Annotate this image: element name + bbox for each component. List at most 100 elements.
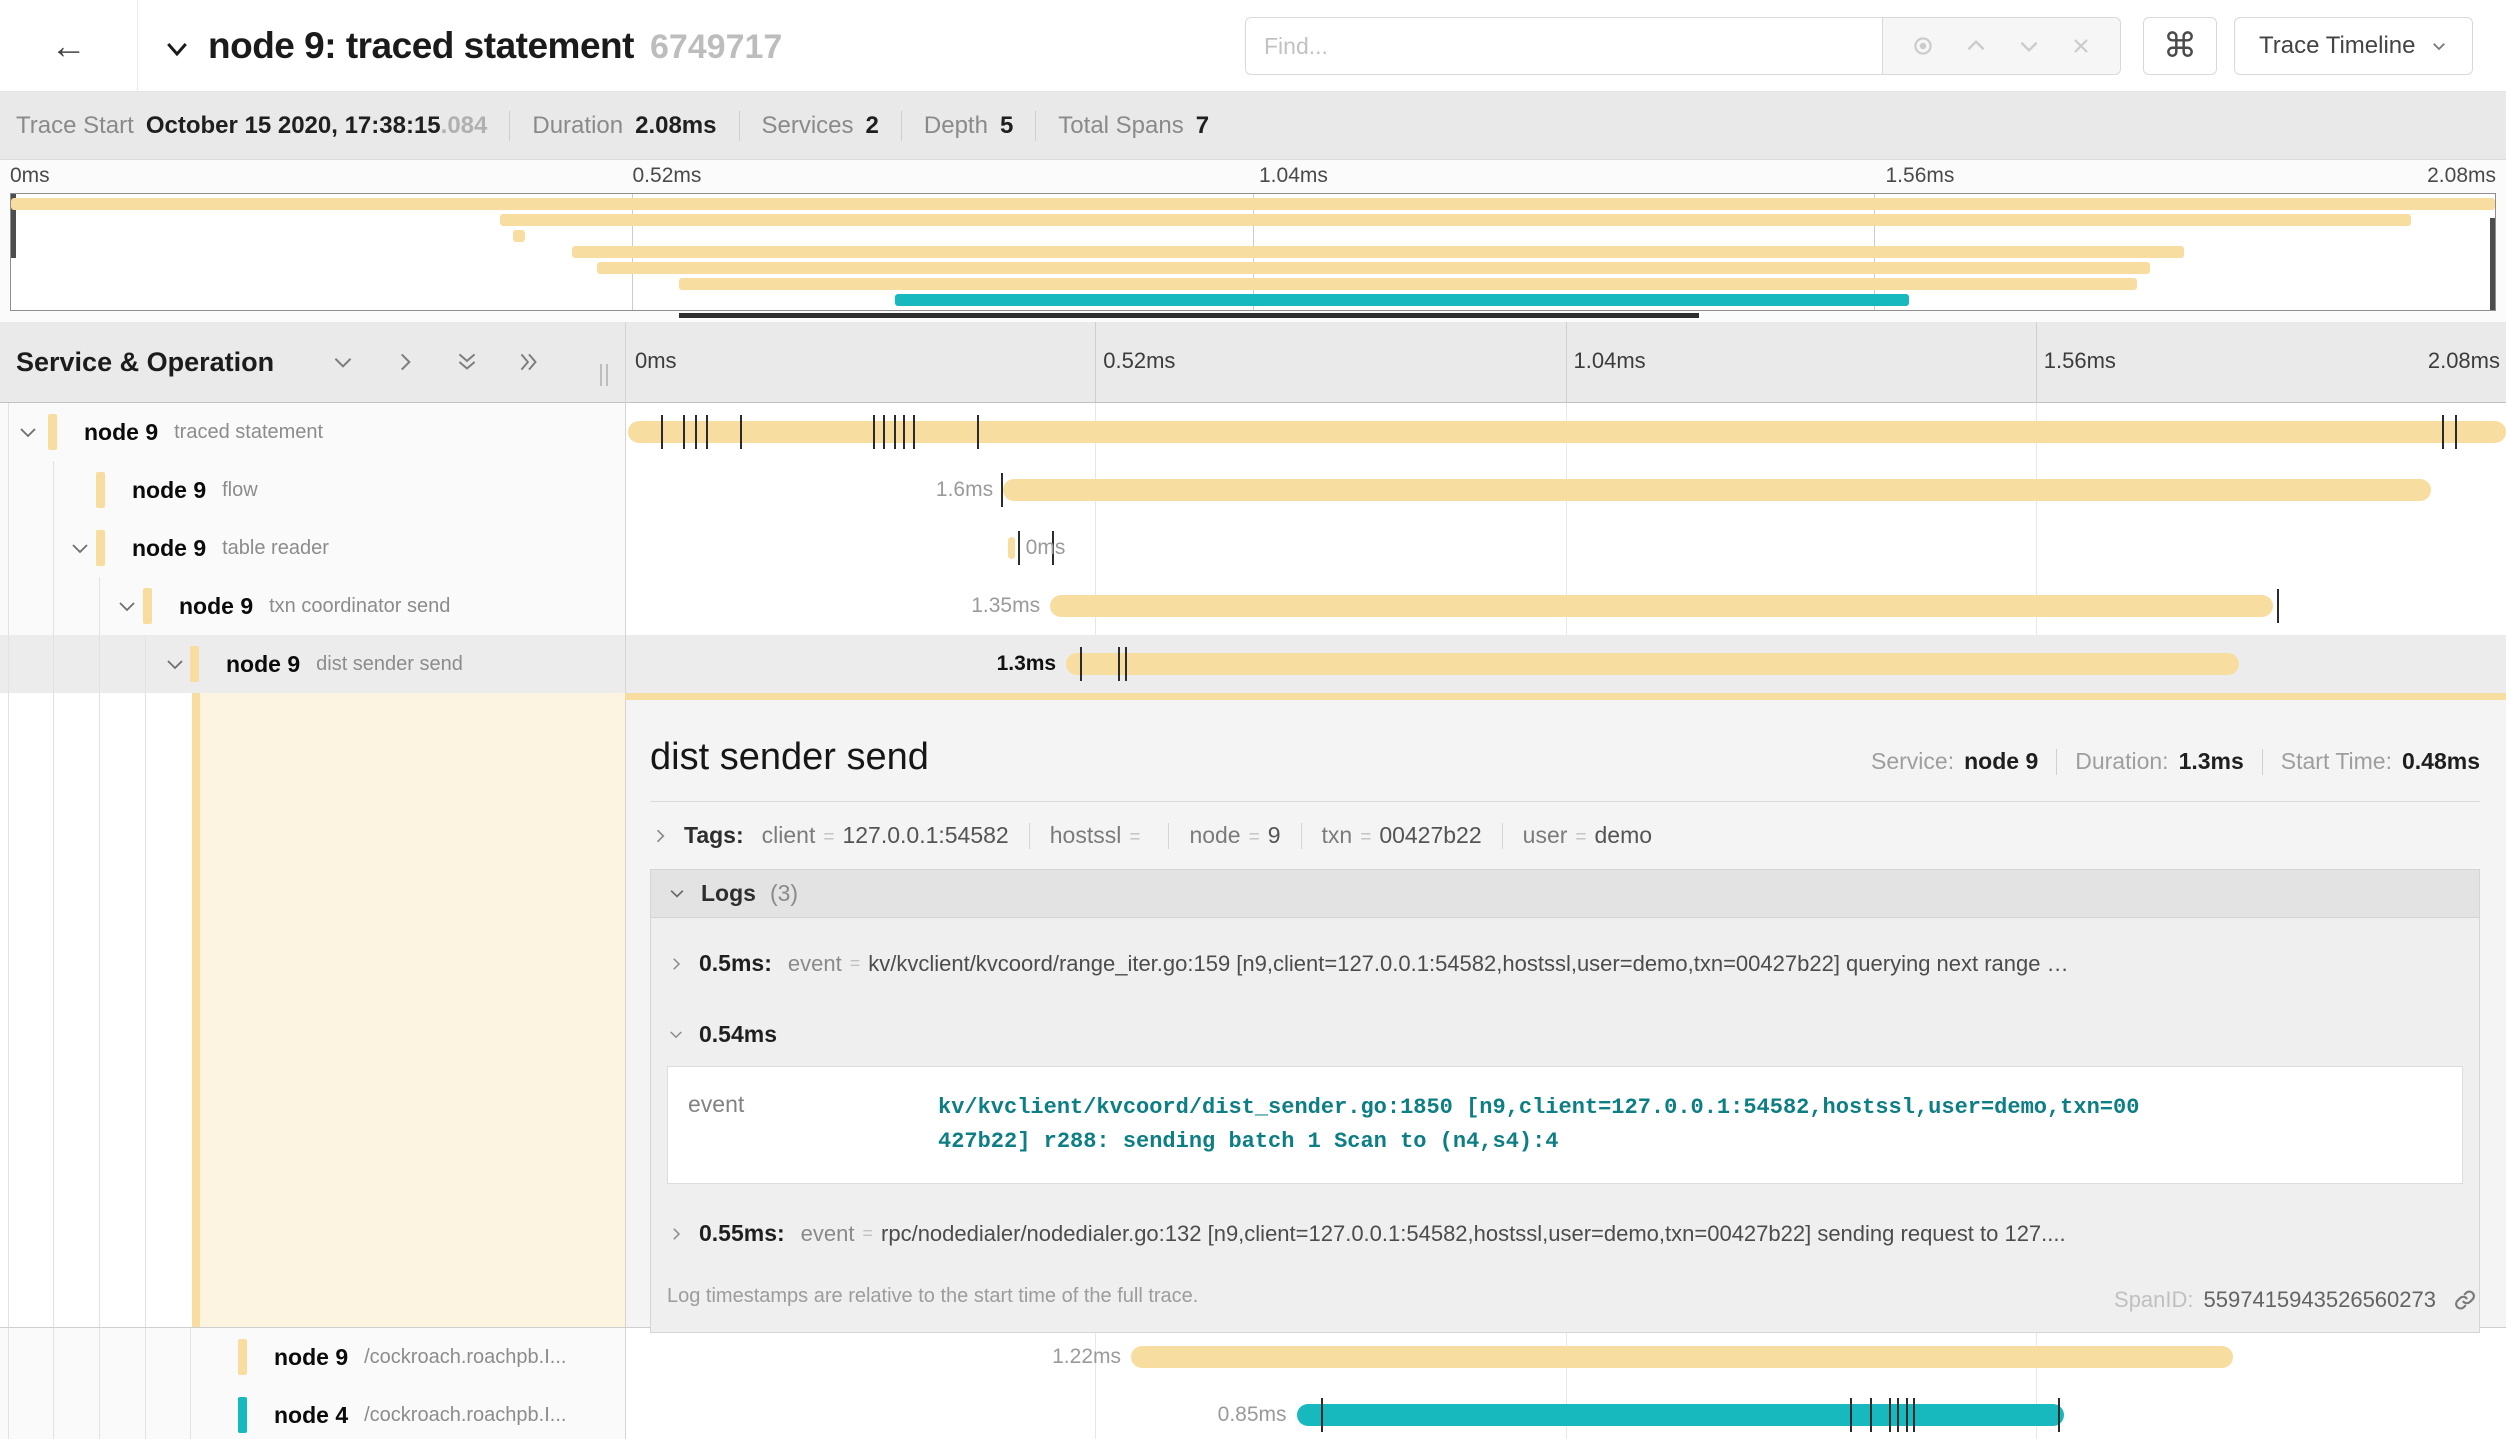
find-prev-chevron-up-icon[interactable] <box>1963 33 1989 59</box>
find-input[interactable] <box>1245 17 1883 75</box>
chevron-down-icon[interactable] <box>68 536 92 560</box>
span-row-dist-sender-send[interactable]: node 9 dist sender send 1.3ms <box>0 635 2506 693</box>
span-color-chip <box>96 472 105 508</box>
indent-guide-line <box>8 519 9 577</box>
log-marker-tick <box>1118 647 1120 681</box>
minimap-span-bar <box>11 198 2495 210</box>
log-key: event <box>788 951 842 977</box>
service-label: Service: <box>1871 748 1954 775</box>
view-selector-label: Trace Timeline <box>2259 32 2416 60</box>
log-entry-expanded-header[interactable]: 0.54ms <box>667 1001 2463 1062</box>
log-marker-tick <box>1001 473 1003 507</box>
span-duration-label: 0.85ms <box>1218 1403 1287 1427</box>
span-service: node 9 <box>274 1344 348 1371</box>
detail-title: dist sender send <box>650 736 929 779</box>
log-entry-collapsed[interactable]: 0.5ms: event = kv/kvclient/kvcoord/range… <box>667 926 2463 1001</box>
span-bar[interactable] <box>1008 537 1016 559</box>
detail-top-accent-band <box>625 693 2506 700</box>
span-service: node 9 <box>226 651 300 678</box>
span-bar[interactable] <box>1297 1404 2064 1426</box>
find-clear-close-icon[interactable] <box>2069 34 2093 58</box>
span-duration-label: 1.22ms <box>1052 1345 1121 1369</box>
tags-label: Tags: <box>684 822 744 849</box>
log-marker-tick <box>695 415 697 449</box>
logs-header[interactable]: Logs (3) <box>651 870 2479 918</box>
ruler-tick-1: 0.52ms <box>1103 348 1175 374</box>
span-color-chip <box>190 646 199 682</box>
span-row-cockroach-roachpb-node9[interactable]: node 9 /cockroach.roachpb.I... 1.22ms <box>0 1328 2506 1386</box>
span-bar[interactable] <box>1050 595 2273 617</box>
span-row-cockroach-roachpb-node4[interactable]: node 4 /cockroach.roachpb.I... 0.85ms <box>0 1386 2506 1439</box>
find-next-chevron-down-icon[interactable] <box>2016 33 2042 59</box>
indent-guide-line <box>53 1328 54 1386</box>
tag-value: 9 <box>1268 822 1281 849</box>
span-row-flow[interactable]: node 9 flow 1.6ms <box>0 461 2506 519</box>
ruler-gridline <box>1095 322 1096 402</box>
chevron-down-icon <box>2430 37 2448 55</box>
indent-guide-line <box>53 577 54 635</box>
indent-guide-line <box>99 635 100 693</box>
indent-guide-line <box>53 519 54 577</box>
minimap-span-bar <box>895 294 1908 306</box>
tag-value: demo <box>1595 822 1653 849</box>
log-marker-tick <box>740 415 742 449</box>
back-button[interactable]: ← <box>0 0 138 91</box>
logs-title: Logs <box>701 880 756 907</box>
total-spans-label: Total Spans <box>1058 112 1183 140</box>
timeline-header-row: Service & Operation 0ms 0.52ms 1.04ms 1.… <box>0 322 2506 403</box>
services-label: Services <box>762 112 854 140</box>
tag-value: 127.0.0.1:54582 <box>842 822 1008 849</box>
minimap-right-scrubber-handle[interactable] <box>2490 218 2495 310</box>
chevron-down-icon[interactable] <box>163 652 187 676</box>
column-resizer-grip[interactable] <box>600 364 608 386</box>
span-id-row: SpanID: 5597415943526560273 <box>2114 1287 2478 1313</box>
depth-label: Depth <box>924 112 988 140</box>
divider <box>901 111 902 141</box>
tags-row[interactable]: Tags: client=127.0.0.1:54582 hostssl= no… <box>650 822 2480 849</box>
divider <box>1301 823 1302 849</box>
indent-guide-line <box>53 693 54 1327</box>
trace-summary-bar: Trace Start October 15 2020, 17:38:15 .0… <box>0 92 2506 160</box>
log-marker-tick <box>683 415 685 449</box>
collapse-trace-chevron-down-icon[interactable] <box>162 34 192 64</box>
span-bar[interactable] <box>628 421 2506 443</box>
span-row-table-reader[interactable]: node 9 table reader 0ms <box>0 519 2506 577</box>
indent-guide-line <box>99 693 100 1327</box>
span-color-chip <box>238 1339 247 1375</box>
deep-link-icon[interactable] <box>2452 1287 2478 1313</box>
minimap-canvas[interactable] <box>10 193 2496 311</box>
duration-label: Duration: <box>2075 748 2168 775</box>
collapse-all-double-chevron-down-icon[interactable] <box>454 349 480 375</box>
ruler-tick-0: 0ms <box>635 348 677 374</box>
minimap-viewport-indicator[interactable] <box>679 313 1699 318</box>
span-color-chip <box>143 588 152 624</box>
log-entry-collapsed[interactable]: 0.55ms: event = rpc/nodedialer/nodediale… <box>667 1196 2463 1271</box>
span-duration-label: 1.6ms <box>936 478 993 502</box>
tag-value: 00427b22 <box>1379 822 1481 849</box>
chevron-down-icon[interactable] <box>16 420 40 444</box>
find-controls <box>1883 17 2121 75</box>
span-detail-panel: dist sender send Service: node 9 Duratio… <box>0 693 2506 1328</box>
minimap-tick-2: 1.04ms <box>1259 164 1328 188</box>
chevron-down-icon[interactable] <box>115 594 139 618</box>
log-marker-tick <box>894 415 896 449</box>
collapse-one-chevron-down-icon[interactable] <box>330 349 356 375</box>
span-operation: dist sender send <box>316 653 463 676</box>
top-bar: ← node 9: traced statement 6749717 ⌘ <box>0 0 2506 92</box>
span-row-txn-coordinator-send[interactable]: node 9 txn coordinator send 1.35ms <box>0 577 2506 635</box>
keyboard-shortcuts-button[interactable]: ⌘ <box>2143 17 2217 75</box>
span-service: node 9 <box>84 419 158 446</box>
log-value: rpc/nodedialer/nodedialer.go:132 [n9,cli… <box>881 1221 2463 1247</box>
expand-one-chevron-right-icon[interactable] <box>392 349 418 375</box>
span-bar[interactable] <box>1003 479 2431 501</box>
log-timestamp: 0.55ms: <box>699 1220 785 1247</box>
minimap-span-bar <box>572 246 2184 258</box>
focus-target-icon[interactable] <box>1910 33 1936 59</box>
span-row-traced-statement[interactable]: node 9 traced statement <box>0 403 2506 461</box>
view-selector-button[interactable]: Trace Timeline <box>2234 17 2473 75</box>
span-bar[interactable] <box>1066 653 2239 675</box>
indent-guide-line <box>8 1386 9 1439</box>
span-bar[interactable] <box>1131 1346 2233 1368</box>
detail-left-gutter <box>0 693 625 1327</box>
expand-all-double-chevron-right-icon[interactable] <box>516 349 542 375</box>
